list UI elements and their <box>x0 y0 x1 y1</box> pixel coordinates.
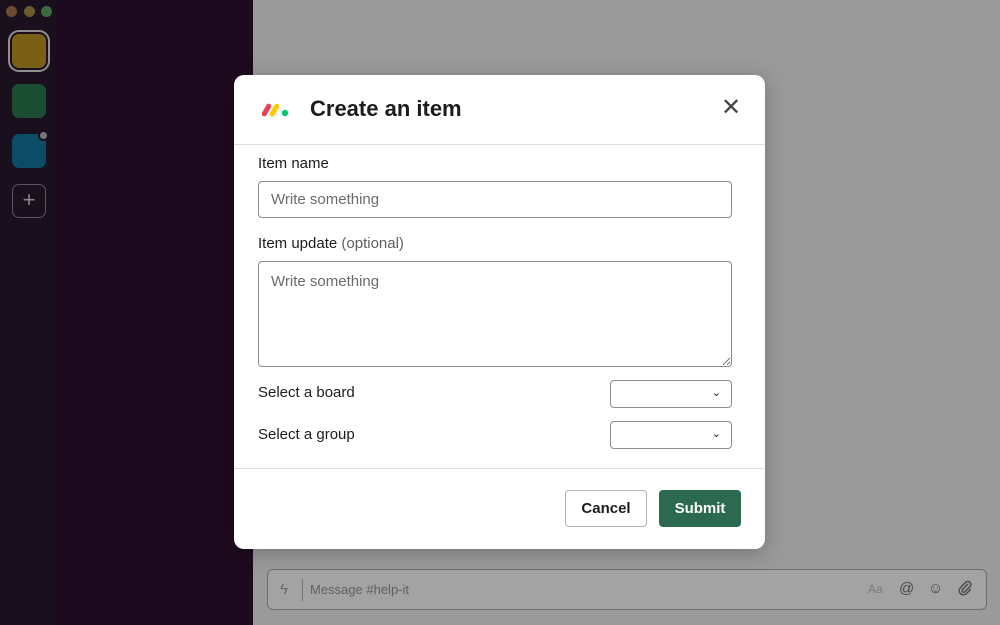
select-board-label: Select a board <box>258 384 355 401</box>
create-item-modal: Create an item ✕ Item name Item update (… <box>234 75 765 549</box>
channel-sidebar <box>57 0 253 625</box>
close-icon[interactable]: ✕ <box>720 96 742 120</box>
workspace-icon-1[interactable] <box>12 34 46 68</box>
monday-logo-icon <box>262 103 289 117</box>
chevron-down-icon: ⌄ <box>711 428 721 440</box>
optional-hint: (optional) <box>341 235 404 252</box>
format-text-icon[interactable]: Aa <box>868 582 883 596</box>
group-select[interactable]: ⌄ <box>610 421 732 449</box>
item-update-label-text: Item update <box>258 235 338 252</box>
lightning-icon[interactable]: ϟ <box>280 581 288 598</box>
workspace-rail: + <box>0 0 57 625</box>
window-close-dot[interactable] <box>6 6 17 17</box>
chevron-down-icon: ⌄ <box>711 387 721 399</box>
emoji-icon[interactable]: ☺ <box>928 580 943 597</box>
item-name-input[interactable] <box>258 181 732 218</box>
window-minimize-dot[interactable] <box>24 6 35 17</box>
select-group-label: Select a group <box>258 426 355 443</box>
attachment-icon[interactable] <box>958 580 972 600</box>
modal-title: Create an item <box>310 96 462 121</box>
modal-header: Create an item ✕ <box>234 75 765 145</box>
message-input-placeholder[interactable]: Message #help-it <box>310 582 409 597</box>
board-select[interactable]: ⌄ <box>610 380 732 408</box>
notification-dot <box>38 130 49 141</box>
mention-icon[interactable]: @ <box>899 580 914 597</box>
add-workspace-button[interactable]: + <box>12 184 46 218</box>
cancel-button[interactable]: Cancel <box>565 490 647 527</box>
submit-button[interactable]: Submit <box>659 490 741 527</box>
modal-footer: Cancel Submit <box>234 468 765 549</box>
item-update-textarea[interactable] <box>258 261 732 367</box>
window-zoom-dot[interactable] <box>41 6 52 17</box>
composer-divider <box>302 579 303 601</box>
workspace-icon-2[interactable] <box>12 84 46 118</box>
item-name-label-text: Item name <box>258 155 329 172</box>
item-update-label: Item update (optional) <box>258 235 404 252</box>
item-name-label: Item name <box>258 155 329 172</box>
message-composer[interactable]: ϟ Message #help-it Aa @ ☺ <box>267 569 987 610</box>
